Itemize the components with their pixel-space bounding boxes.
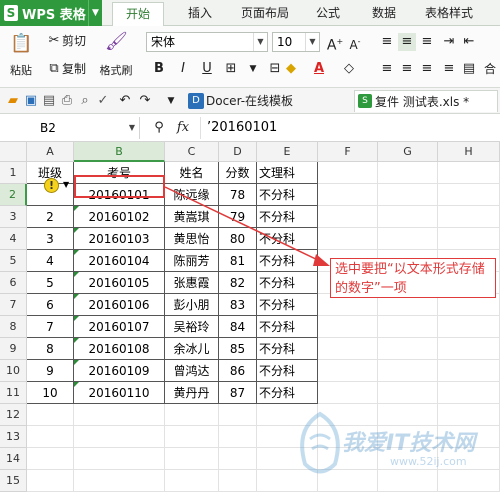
watermark: 我爱IT技术网 www.52ij.com: [290, 405, 500, 485]
annotation-callout: 选中要把“以文本形式存储的数字”一项: [330, 258, 496, 298]
watermark-url: www.52ij.com: [390, 455, 467, 468]
watermark-title: 我爱IT技术网: [342, 431, 476, 456]
watermark-logo-icon: [300, 411, 340, 474]
